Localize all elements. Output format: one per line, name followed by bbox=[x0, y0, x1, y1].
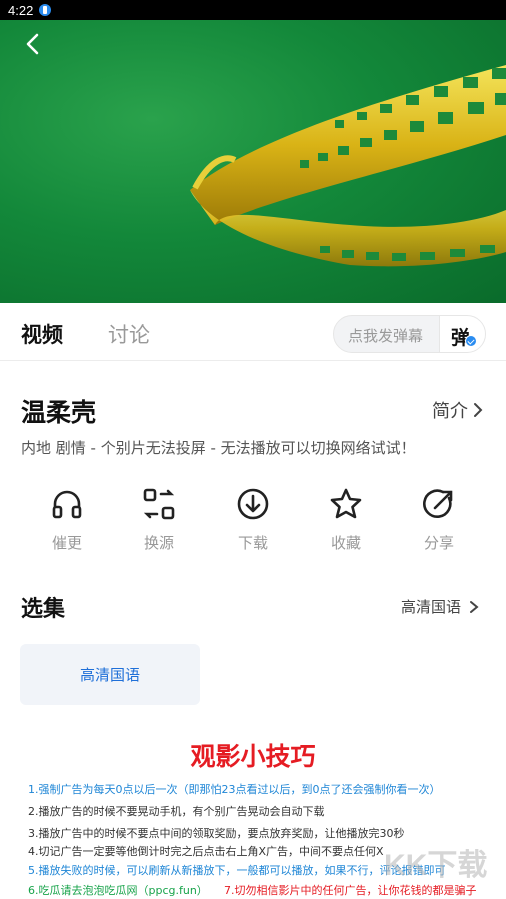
danmu-toggle-button[interactable]: 弹 bbox=[439, 316, 485, 352]
tip-line: 1.强制广告为每天0点以后一次（即那怕23点看过以后，到0点了还会强制你看一次） bbox=[28, 783, 441, 796]
tabs-bar: 视频 讨论 点我发弹幕 弹 bbox=[0, 303, 506, 361]
check-icon bbox=[465, 335, 477, 347]
download-button[interactable]: 下载 bbox=[223, 486, 283, 553]
tab-video[interactable]: 视频 bbox=[21, 319, 63, 349]
notification-icon bbox=[39, 4, 52, 16]
chevron-right-icon bbox=[474, 403, 483, 417]
tips-title: 观影小技巧 bbox=[190, 742, 316, 771]
tip-line: 4.切记广告一定要等他倒计时完之后点击右上角X广告，中间不要点任何X bbox=[28, 845, 384, 858]
chevron-right-icon bbox=[470, 600, 479, 613]
danmu-placeholder: 点我发弹幕 bbox=[348, 327, 424, 345]
quality-label: 高清国语 bbox=[401, 598, 462, 616]
watermark: KK下载 bbox=[384, 849, 488, 882]
video-player[interactable] bbox=[0, 20, 506, 303]
action-row: 催更 换源 下载 收藏 分享 bbox=[0, 486, 506, 566]
back-button[interactable] bbox=[20, 30, 48, 58]
episodes-title: 选集 bbox=[21, 597, 66, 622]
headphones-icon bbox=[52, 490, 82, 519]
switch-source-label: 换源 bbox=[143, 534, 174, 552]
tip-line: 5.播放失败的时候，可以刷新从新播放下，一般都可以播放，如果不行，评论报错即可 bbox=[28, 864, 446, 877]
tab-discussion[interactable]: 讨论 bbox=[108, 319, 150, 349]
favorite-button[interactable]: 收藏 bbox=[316, 486, 376, 553]
video-title: 温柔壳 bbox=[21, 398, 97, 427]
switch-source-button[interactable]: 换源 bbox=[129, 486, 189, 553]
intro-label: 简介 bbox=[432, 401, 468, 422]
film-reel-artwork bbox=[190, 65, 506, 267]
status-bar: 4:22 bbox=[0, 0, 506, 20]
tip-line-7: 7.切勿相信影片中的任何广告，让你花钱的都是骗子 bbox=[224, 884, 477, 897]
quality-selector[interactable]: 高清国语 bbox=[401, 596, 479, 617]
star-icon bbox=[330, 488, 362, 519]
episode-item[interactable]: 高清国语 bbox=[20, 644, 200, 705]
status-time: 4:22 bbox=[8, 2, 34, 18]
request-update-label: 催更 bbox=[51, 534, 82, 552]
favorite-label: 收藏 bbox=[330, 534, 361, 552]
switch-source-icon bbox=[143, 488, 175, 520]
tip-line: 2.播放广告的时候不要晃动手机，有个别广告晃动会自动下载 bbox=[28, 805, 325, 818]
share-icon bbox=[423, 489, 453, 518]
tip-line: 3.播放广告中的时候不要点中间的领取奖励，要点放弃奖励，让他播放完30秒 bbox=[28, 827, 405, 840]
chevron-left-icon bbox=[26, 33, 39, 55]
request-update-button[interactable]: 催更 bbox=[37, 486, 97, 553]
tip-line-6: 6.吃瓜请去泡泡吃瓜网（ppcg.fun） bbox=[28, 884, 208, 897]
share-button[interactable]: 分享 bbox=[409, 486, 469, 553]
intro-link[interactable]: 简介 bbox=[432, 397, 484, 423]
download-icon bbox=[237, 488, 269, 520]
download-label: 下载 bbox=[237, 534, 268, 552]
video-meta: 内地 剧情 - 个别片无法投屏 - 无法播放可以切换网络试试！ bbox=[21, 439, 416, 457]
danmu-input[interactable]: 点我发弹幕 弹 bbox=[333, 315, 486, 353]
share-label: 分享 bbox=[423, 534, 454, 552]
